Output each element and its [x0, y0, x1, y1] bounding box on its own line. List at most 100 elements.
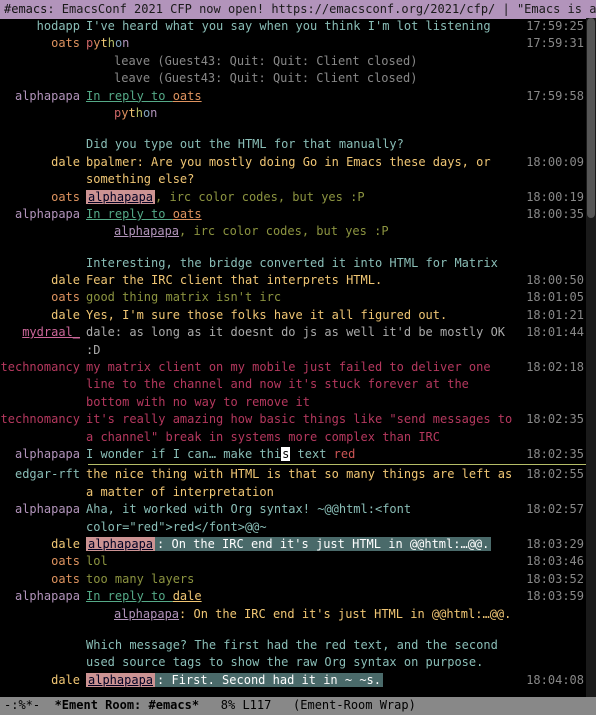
- message-row: alphapapaI wonder if I can… make this te…: [0, 446, 586, 463]
- message-body: alphapapa, irc color codes, but yes :P: [86, 223, 522, 240]
- text-seg: lol: [86, 554, 108, 568]
- message-row: alphapapaIn reply to oats17:59:58: [0, 88, 586, 105]
- text-seg: Aha, it worked with Org syntax! ~@@html:…: [86, 502, 411, 533]
- message-body: too many layers: [86, 571, 522, 588]
- message-row: oatsalphapapa, irc color codes, but yes …: [0, 189, 586, 206]
- message-body: alphapapa: On the IRC end it's just HTML…: [86, 536, 522, 553]
- nick-column: technomancy: [0, 359, 86, 376]
- nick-column: alphapapa: [0, 446, 86, 463]
- message-body: alphapapa: First. Second had it in ~ ~s.: [86, 672, 522, 689]
- text-seg: leave (Guest43: Quit: Quit: Client close…: [114, 54, 417, 68]
- nick-column: oats: [0, 289, 86, 306]
- message-row: leave (Guest43: Quit: Quit: Client close…: [0, 53, 586, 70]
- message-body: leave (Guest43: Quit: Quit: Client close…: [86, 53, 522, 70]
- text-seg: good thing matrix isn't irc: [86, 290, 281, 304]
- message-row: technomancyit's really amazing how basic…: [0, 411, 586, 446]
- nick-column: edgar-rft: [0, 466, 86, 483]
- message-area[interactable]: hodappI've heard what you say when you t…: [0, 18, 586, 697]
- message-body: lol: [86, 553, 522, 570]
- message-body: Interesting, the bridge converted it int…: [86, 255, 522, 272]
- modeline-pct: 8%: [199, 697, 242, 714]
- text-seg: red: [334, 447, 356, 461]
- message-row: hodappI've heard what you say when you t…: [0, 18, 586, 35]
- message-body: alphapapa, irc color codes, but yes :P: [86, 189, 522, 206]
- message-row: oatslol18:03:46: [0, 553, 586, 570]
- timestamp: 18:02:35: [522, 446, 586, 463]
- nick-column: dale: [0, 672, 86, 689]
- scrollbar-thumb[interactable]: [587, 18, 595, 218]
- text-seg: s: [281, 447, 290, 461]
- text-seg: alphapapa: [114, 607, 179, 621]
- text-seg: I wonder if I can… make thi: [86, 447, 281, 461]
- modeline-buffer: *Ement Room: #emacs*: [55, 697, 200, 714]
- message-body: dale: as long as it doesnt do js as well…: [86, 324, 522, 359]
- message-body: Which message? The first had the red tex…: [86, 637, 522, 672]
- message-row: dalealphapapa: On the IRC end it's just …: [0, 536, 586, 553]
- timestamp: 18:02:57: [522, 501, 586, 518]
- continuation-row: alphapapa: On the IRC end it's just HTML…: [0, 606, 586, 623]
- text-seg: In reply to: [86, 207, 173, 221]
- modeline: -:%*- *Ement Room: #emacs* 8% L117 (Emen…: [0, 697, 596, 715]
- message-body: I've heard what you say when you think I…: [86, 18, 522, 35]
- message-body: bpalmer: Are you mostly doing Go in Emac…: [86, 154, 522, 189]
- continuation-row: python: [0, 105, 586, 122]
- nick-column: dale: [0, 307, 86, 324]
- text-seg: alphapapa: [114, 224, 179, 238]
- message-body: my matrix client on my mobile just faile…: [86, 359, 522, 411]
- text-seg: text: [290, 447, 333, 461]
- text-seg: alphapapa: [86, 673, 155, 687]
- message-body: Yes, I'm sure those folks have it all fi…: [86, 307, 522, 324]
- timestamp: 18:02:35: [522, 411, 586, 428]
- timestamp: 18:01:05: [522, 289, 586, 306]
- text-seg: , irc color codes, but yes :P: [179, 224, 389, 238]
- message-row: leave (Guest43: Quit: Quit: Client close…: [0, 70, 586, 87]
- timestamp: 18:01:21: [522, 307, 586, 324]
- rainbow-text: python: [114, 106, 157, 120]
- nick-column: oats: [0, 571, 86, 588]
- timestamp: 18:00:35: [522, 206, 586, 223]
- message-body: In reply to dale: [86, 588, 522, 605]
- text-seg: alphapapa: [86, 190, 155, 204]
- text-seg: dale: [173, 589, 202, 603]
- message-body: alphapapa: On the IRC end it's just HTML…: [86, 606, 522, 623]
- text-seg: too many layers: [86, 572, 194, 586]
- continuation-row: alphapapa, irc color codes, but yes :P: [0, 223, 586, 240]
- scrollbar[interactable]: [586, 18, 596, 697]
- text-seg: , irc color codes, but yes :P: [155, 190, 365, 204]
- message-row: dalebpalmer: Are you mostly doing Go in …: [0, 154, 586, 189]
- text-seg: Did you type out the HTML for that manua…: [86, 137, 404, 151]
- topic-text: : EmacsConf 2021 CFP now open! https://e…: [47, 2, 596, 16]
- timestamp: 17:59:25: [522, 18, 586, 35]
- text-seg: Yes, I'm sure those folks have it all fi…: [86, 308, 447, 322]
- text-seg: In reply to: [86, 589, 173, 603]
- message-body: python: [86, 105, 522, 122]
- modeline-line: L117: [242, 697, 293, 714]
- message-row: dalealphapapa: First. Second had it in ~…: [0, 672, 586, 689]
- timestamp: 18:02:55: [522, 466, 586, 483]
- message-row: oatstoo many layers 18:03:52: [0, 571, 586, 588]
- divider: [88, 464, 586, 465]
- text-seg: it's really amazing how basic things lik…: [86, 412, 512, 443]
- nick-column: alphapapa: [0, 206, 86, 223]
- nick-column: dale: [0, 272, 86, 289]
- message-row: oatsgood thing matrix isn't irc 18:01:05: [0, 289, 586, 306]
- message-body: it's really amazing how basic things lik…: [86, 411, 522, 446]
- message-body: Did you type out the HTML for that manua…: [86, 136, 522, 153]
- text-seg: oats: [173, 207, 202, 221]
- message-body: the nice thing with HTML is that so many…: [86, 466, 522, 501]
- text-seg: Fear the IRC client that interprets HTML…: [86, 273, 382, 287]
- timestamp: 18:02:18: [522, 359, 586, 376]
- nick-column: oats: [0, 553, 86, 570]
- timestamp: 18:03:52: [522, 571, 586, 588]
- nick-column: alphapapa: [0, 88, 86, 105]
- timestamp: 18:00:19: [522, 189, 586, 206]
- nick-column: technomancy: [0, 411, 86, 428]
- header-bar: #emacs: EmacsConf 2021 CFP now open! htt…: [0, 0, 596, 19]
- text-seg: : On the IRC end it's just HTML in @@htm…: [179, 607, 511, 621]
- text-seg: Interesting, the bridge converted it int…: [86, 256, 498, 270]
- nick-column: alphapapa: [0, 501, 86, 518]
- text-seg: alphapapa: [86, 537, 155, 551]
- nick-column: mydraal_: [0, 324, 86, 341]
- text-seg: : On the IRC end it's just HTML in @@htm…: [155, 537, 491, 551]
- nick-column: hodapp: [0, 18, 86, 35]
